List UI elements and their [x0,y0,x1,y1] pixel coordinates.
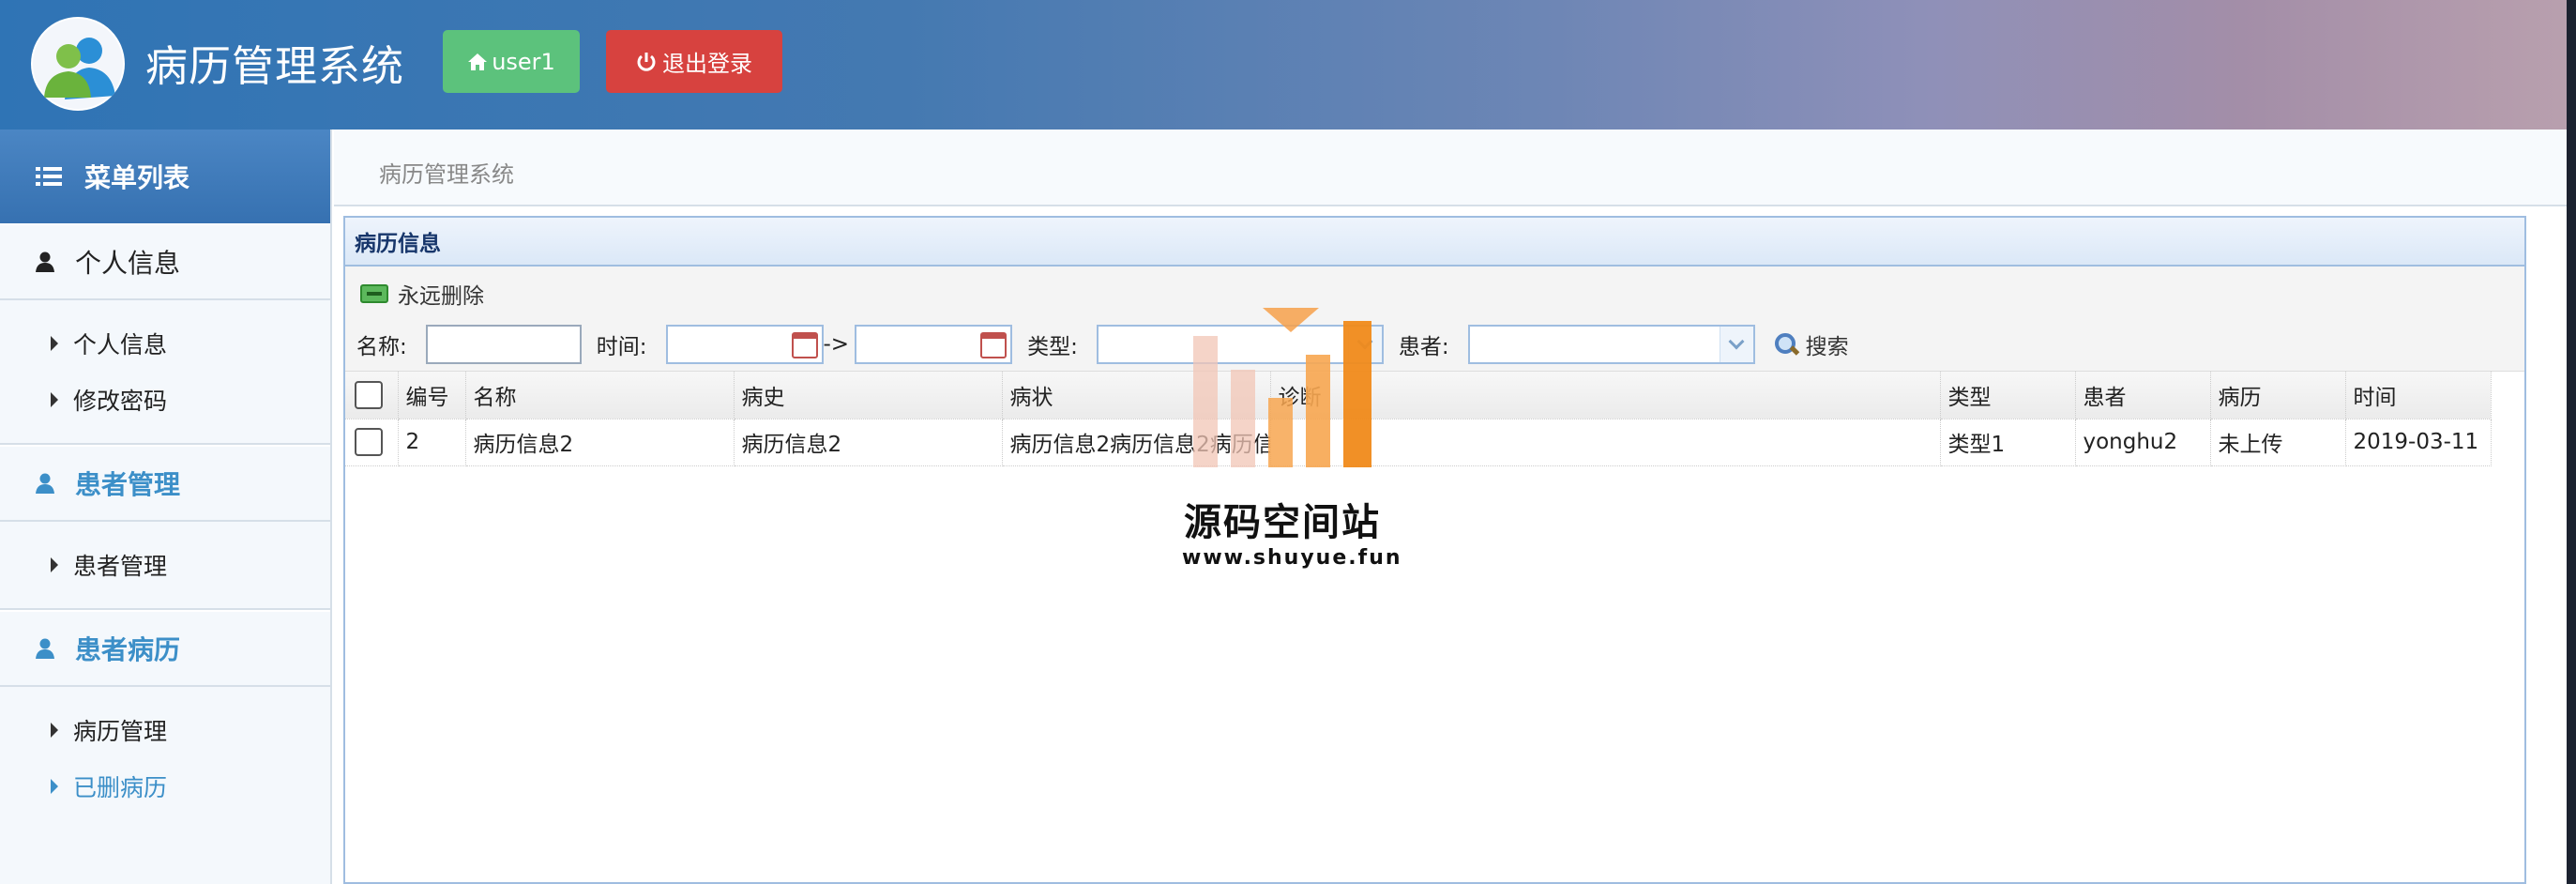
name-label: 名称: [356,335,407,359]
table-cell: yonghu2 [2075,419,2211,466]
home-icon [468,53,488,70]
sidebar-group-label: 患者病历 [75,634,181,665]
end-date-input[interactable] [855,325,1013,364]
breadcrumb: 病历管理系统 [379,161,514,188]
sidebar-group-patients[interactable]: 患者管理 [0,445,330,522]
start-date-input[interactable] [665,325,824,364]
user-icon [36,251,54,272]
delete-icon [360,284,388,303]
sidebar-header: 菜单列表 [0,130,330,223]
sidebar-item-label: 已删病历 [73,774,168,801]
breadcrumb-bar: 病历管理系统 [334,130,2567,206]
watermark-title: 源码空间站 [1184,501,1381,544]
table-cell: 2 [398,419,466,466]
power-icon [637,52,656,71]
search-button-label: 搜索 [1805,335,1849,359]
calendar-icon [791,332,818,358]
table-cell: 病历信息2 [734,419,1003,466]
app-title: 病历管理系统 [145,41,405,91]
range-separator: -> [823,332,850,357]
column-header[interactable]: 病史 [734,372,1003,419]
toolbar: 永远删除 名称: 时间: -> 类型: 患者: 搜索 [345,267,2524,372]
column-header[interactable]: 患者 [2075,372,2211,419]
table-cell: 2019-03-11 [2345,419,2492,466]
sidebar-submenu: 个人信息 修改密码 [0,300,330,445]
sidebar-item-label: 修改密码 [73,388,168,415]
time-label: 时间: [596,335,647,359]
column-header[interactable]: 类型 [1940,372,2076,419]
sidebar: 菜单列表 个人信息 个人信息 修改密码 患者管理 患者管理 患者病历 病历管理 … [0,130,332,884]
sidebar-group-label: 个人信息 [75,248,181,279]
user-icon [36,638,54,659]
caret-right-icon [51,336,58,351]
sidebar-item-label: 病历管理 [73,718,168,745]
caret-right-icon [51,557,58,572]
search-icon [1774,332,1798,357]
name-input[interactable] [425,325,582,364]
column-header[interactable]: 时间 [2345,372,2492,419]
sidebar-item-change-password[interactable]: 修改密码 [0,372,330,428]
logo [31,17,125,111]
menu-title: 菜单列表 [84,162,190,193]
column-header[interactable]: 名称 [465,372,735,419]
sidebar-item-label: 个人信息 [73,331,168,358]
caret-right-icon [51,392,58,407]
records-table: 编号 名称 病史 病状 诊断 类型 患者 病历 时间 2 病历信息2 病历信息2… [345,372,2492,466]
column-header[interactable]: 编号 [398,372,466,419]
top-header: 病历管理系统 user1 退出登录 [0,0,2576,130]
search-button[interactable]: 搜索 [1774,328,1849,360]
records-panel: 病历信息 永远删除 名称: 时间: -> 类型: 患者: 搜索 编号 名称 病史… [343,216,2526,884]
sidebar-submenu: 患者管理 [0,522,330,610]
table-cell: 类型1 [1940,419,2076,466]
sidebar-item-personal-info[interactable]: 个人信息 [0,315,330,372]
sidebar-group-records[interactable]: 患者病历 [0,610,330,687]
table-row[interactable]: 2 病历信息2 病历信息2 病历信息2病历信息2病历信息2 类型1 yonghu… [345,419,2492,466]
chevron-down-icon [1719,327,1753,362]
table-cell: 病历信息2 [465,419,735,466]
permanent-delete-label: 永远删除 [398,284,484,309]
column-header[interactable]: 病历 [2210,372,2346,419]
sidebar-item-patient-management[interactable]: 患者管理 [0,537,330,593]
select-all-cell [345,372,399,419]
logout-button-label: 退出登录 [662,51,752,77]
row-select-cell [345,419,399,466]
watermark-url: www.shuyue.fun [1182,546,1402,570]
user-button[interactable]: user1 [443,30,580,93]
calendar-icon [980,332,1008,358]
caret-right-icon [51,779,58,794]
permanent-delete-button[interactable]: 永远删除 [360,278,484,310]
window-edge [2567,0,2576,884]
patient-select[interactable] [1467,325,1755,364]
table-cell: 未上传 [2210,419,2346,466]
sidebar-item-deleted-records[interactable]: 已删病历 [0,758,330,815]
table-header-row: 编号 名称 病史 病状 诊断 类型 患者 病历 时间 [345,372,2492,419]
select-all-checkbox[interactable] [355,380,383,409]
sidebar-group-personal[interactable]: 个人信息 [0,223,330,300]
panel-title: 病历信息 [345,218,2524,267]
sidebar-group-label: 患者管理 [75,469,181,500]
caret-right-icon [51,723,58,738]
patient-label: 患者: [1398,335,1449,359]
logout-button[interactable]: 退出登录 [606,30,782,93]
watermark-logo [1193,308,1371,467]
row-checkbox[interactable] [355,428,383,456]
sidebar-item-record-management[interactable]: 病历管理 [0,702,330,758]
user-button-label: user1 [492,48,555,75]
sidebar-submenu: 病历管理 已删病历 [0,687,330,830]
user-icon [36,473,54,494]
sidebar-item-label: 患者管理 [73,553,168,580]
search-row: 名称: 时间: -> 类型: 患者: 搜索 [356,323,1849,366]
list-icon [36,167,62,186]
type-label: 类型: [1027,335,1078,359]
